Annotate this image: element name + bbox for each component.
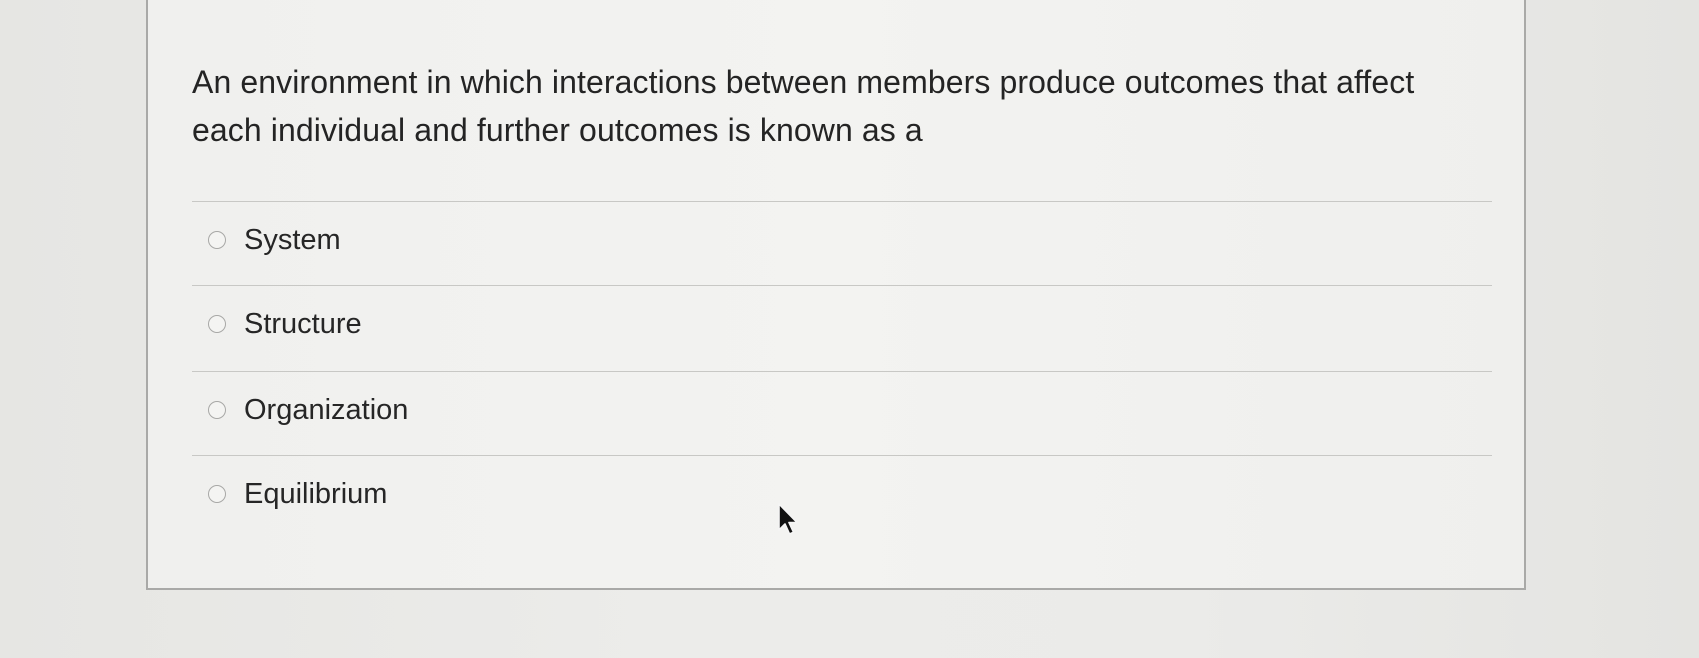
radio-unselected-icon[interactable]: [208, 485, 226, 503]
option-label: Structure: [244, 308, 362, 340]
option-organization[interactable]: Organization: [208, 390, 408, 430]
option-label: Equilibrium: [244, 478, 388, 510]
mouse-pointer-icon: [778, 503, 798, 535]
option-system[interactable]: System: [208, 220, 341, 260]
radio-unselected-icon[interactable]: [208, 315, 226, 333]
divider: [192, 455, 1492, 456]
divider: [192, 371, 1492, 372]
option-label: Organization: [244, 394, 409, 426]
radio-unselected-icon[interactable]: [208, 401, 226, 419]
option-structure[interactable]: Structure: [208, 304, 362, 344]
divider: [192, 201, 1492, 202]
question-text: An environment in which interactions bet…: [192, 64, 1415, 148]
option-label: System: [244, 224, 341, 256]
option-equilibrium[interactable]: Equilibrium: [208, 474, 387, 514]
question-card: An environment in which interactions bet…: [146, 0, 1526, 590]
radio-unselected-icon[interactable]: [208, 231, 226, 249]
divider: [192, 285, 1492, 286]
